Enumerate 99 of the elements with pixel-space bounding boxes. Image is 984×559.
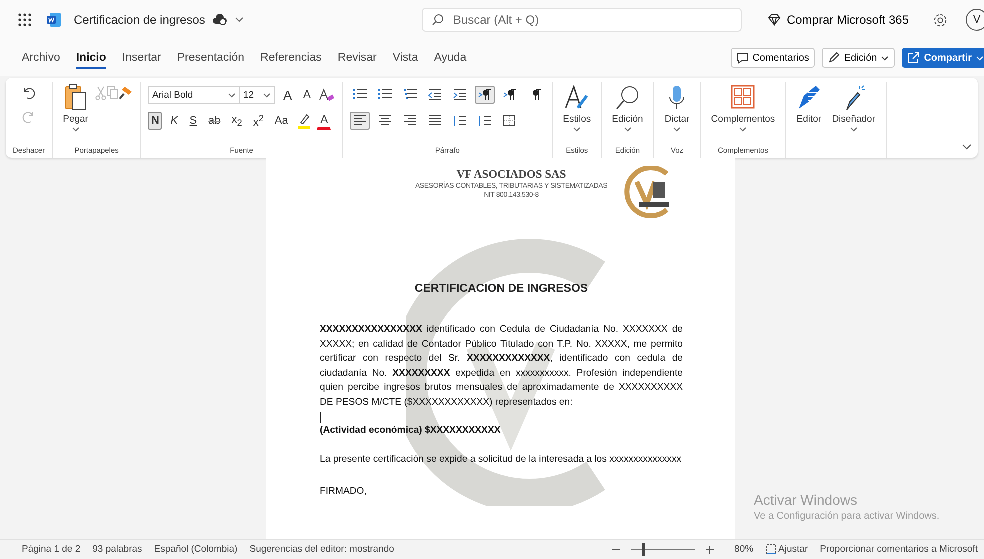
multilevel-icon: [403, 89, 418, 101]
ribbon-tab[interactable]: Ayuda: [426, 44, 475, 72]
ribbon-tab[interactable]: Insertar: [114, 44, 170, 72]
format-painter-icon[interactable]: [119, 86, 134, 100]
format-toggle-button[interactable]: Aa: [272, 112, 292, 130]
activity-line: (Actividad económica) $XXXXXXXXXXX: [320, 424, 502, 438]
ribbon-addins-button[interactable]: Complementos: [708, 84, 778, 132]
ribbon-tab[interactable]: Presentación: [169, 44, 253, 72]
chevron-down-icon: [881, 56, 890, 60]
ribbon-editor-button[interactable]: Editor: [793, 84, 826, 125]
outdent-icon: [428, 89, 442, 101]
zoom-percentage[interactable]: 80%: [734, 544, 754, 555]
font-color-button[interactable]: A: [317, 112, 332, 130]
paragraph-button[interactable]: [350, 112, 370, 130]
signature-label: FIRMADO,: [320, 485, 368, 499]
ribbon-styles-button[interactable]: Estilos: [560, 84, 594, 132]
font-size-dropdown[interactable]: 12: [239, 86, 276, 104]
fit-page-icon: [766, 544, 777, 555]
ribbon-find-button[interactable]: Edición: [609, 84, 646, 132]
font-name: Arial Bold: [152, 90, 194, 100]
chevron-down-icon: [228, 92, 236, 98]
chevron-down-icon: [976, 56, 984, 60]
word-count[interactable]: 93 palabras: [92, 544, 142, 555]
format-toggle-button[interactable]: S: [186, 112, 200, 130]
chevron-down-icon: [72, 127, 80, 132]
justify-icon: [428, 115, 442, 127]
highlighter-icon[interactable]: [296, 113, 312, 129]
expand-ribbon-icon[interactable]: [962, 144, 972, 150]
pencil-icon: [828, 52, 840, 64]
font-size: 12: [243, 90, 254, 100]
editor-suggestions-status[interactable]: Sugerencias del editor: mostrando: [250, 544, 394, 555]
ribbon-tab[interactable]: Vista: [384, 44, 426, 72]
text-cursor: [320, 412, 321, 423]
share-button[interactable]: Compartir: [902, 48, 984, 68]
word-icon[interactable]: [46, 12, 62, 28]
chevron-down-icon[interactable]: [235, 17, 244, 23]
chevron-down-icon: [263, 92, 272, 98]
format-toggle-button[interactable]: x$^{2}$: [250, 112, 267, 130]
shrink-font-button[interactable]: A: [300, 86, 314, 104]
undo-icon[interactable]: [22, 86, 36, 100]
chevron-down-icon: [573, 127, 582, 132]
font-name-dropdown[interactable]: Arial Bold: [148, 86, 240, 104]
diamond-icon: [768, 14, 781, 26]
document-title[interactable]: Certificacion de ingresos: [74, 13, 206, 27]
page-count[interactable]: Página 1 de 2: [22, 544, 81, 555]
body-paragraph: XXXXXXXXXXXXXXXX identificado con Cedula de Ciudadanía No. XXXXXXX de XXXXX; en calidad de Contador Público Titulado con T.P. No. XXXXX, me permito certificar con respecto del Sr. XXXXXXXXXXXXX, identificado con cedula de ciudadanía No. XXXXXXXXX expedida en xxxxxxxxxxx. Profesión independiente quien percibe ingresos brutos mensuales de aproximadamente de XXXXXXXXXX DE PESOS M/CTE ($XXXXXXXXXXXX) representados en:: [320, 323, 683, 410]
share-icon: [908, 52, 920, 64]
addins-icon: [730, 84, 756, 112]
numbers-icon: [378, 89, 392, 101]
format-toggle-button[interactable]: K: [167, 112, 182, 130]
line-spacing-icon: [453, 115, 468, 127]
ribbon-mic-button[interactable]: Dictar: [661, 84, 694, 132]
feedback-link[interactable]: Proporcionar comentarios a Microsoft: [820, 544, 978, 555]
align-right-icon: [403, 115, 418, 127]
format-toggle-button[interactable]: x$_{2}$: [228, 112, 246, 130]
settings-icon[interactable]: [933, 12, 948, 28]
spacing-icon: [478, 115, 492, 127]
align-center-icon: [378, 115, 392, 127]
ribbon-tab[interactable]: Revisar: [330, 44, 385, 72]
search-field[interactable]: Buscar (Alt + Q): [422, 8, 742, 32]
comment-icon: [736, 52, 749, 64]
paste-button[interactable]: Pegar: [60, 84, 92, 132]
paragraph-button[interactable]: [475, 86, 496, 104]
document-heading: CERTIFICACION DE INGRESOS: [414, 283, 590, 295]
cloud-sync-icon: [213, 14, 228, 26]
chevron-down-icon: [624, 127, 632, 132]
bullets-icon: [353, 89, 368, 101]
company-name: VF ASOCIADOS SAS: [456, 169, 568, 181]
closing-paragraph: La presente certificación se expide a solicitud de la interesada a los xxxxxxxxxxxxxxx: [320, 452, 683, 466]
chevron-down-icon: [850, 127, 858, 132]
align-left-icon: [353, 115, 368, 127]
search-icon: [432, 14, 444, 26]
buy-microsoft-365-button[interactable]: Comprar Microsoft 365: [768, 13, 909, 27]
ltr-icon: [478, 89, 492, 101]
clipboard-icon: [64, 84, 88, 112]
ribbon-tab[interactable]: Inicio: [68, 44, 114, 72]
clear-formatting-icon[interactable]: [319, 88, 336, 102]
editing-mode-button[interactable]: Edición: [822, 48, 896, 68]
zoom-in-icon[interactable]: [704, 544, 715, 554]
chevron-down-icon: [739, 127, 748, 132]
rtl-icon: [503, 89, 518, 101]
chevron-down-icon: [673, 127, 682, 132]
format-toggle-button[interactable]: N: [148, 112, 162, 130]
language-status[interactable]: Español (Colombia): [154, 544, 238, 555]
find-icon: [614, 84, 641, 112]
borders-icon: [503, 115, 518, 127]
user-avatar[interactable]: V: [966, 9, 984, 31]
app-launcher-icon[interactable]: [18, 13, 32, 27]
indent-icon: [453, 89, 468, 101]
activation-hint: Ve a Configuración para activar Windows.: [754, 511, 940, 522]
comments-button[interactable]: Comentarios: [730, 48, 816, 68]
grow-font-button[interactable]: A: [280, 86, 296, 104]
ribbon-tab[interactable]: Archivo: [14, 44, 68, 72]
styles-icon: [564, 84, 590, 112]
fit-button[interactable]: Ajustar: [766, 544, 808, 555]
editor-icon: [796, 84, 822, 112]
ribbon-designer-button[interactable]: Diseñador: [829, 84, 878, 132]
activation-title: Activar Windows: [754, 492, 858, 508]
ribbon-tab[interactable]: Referencias: [252, 44, 330, 72]
